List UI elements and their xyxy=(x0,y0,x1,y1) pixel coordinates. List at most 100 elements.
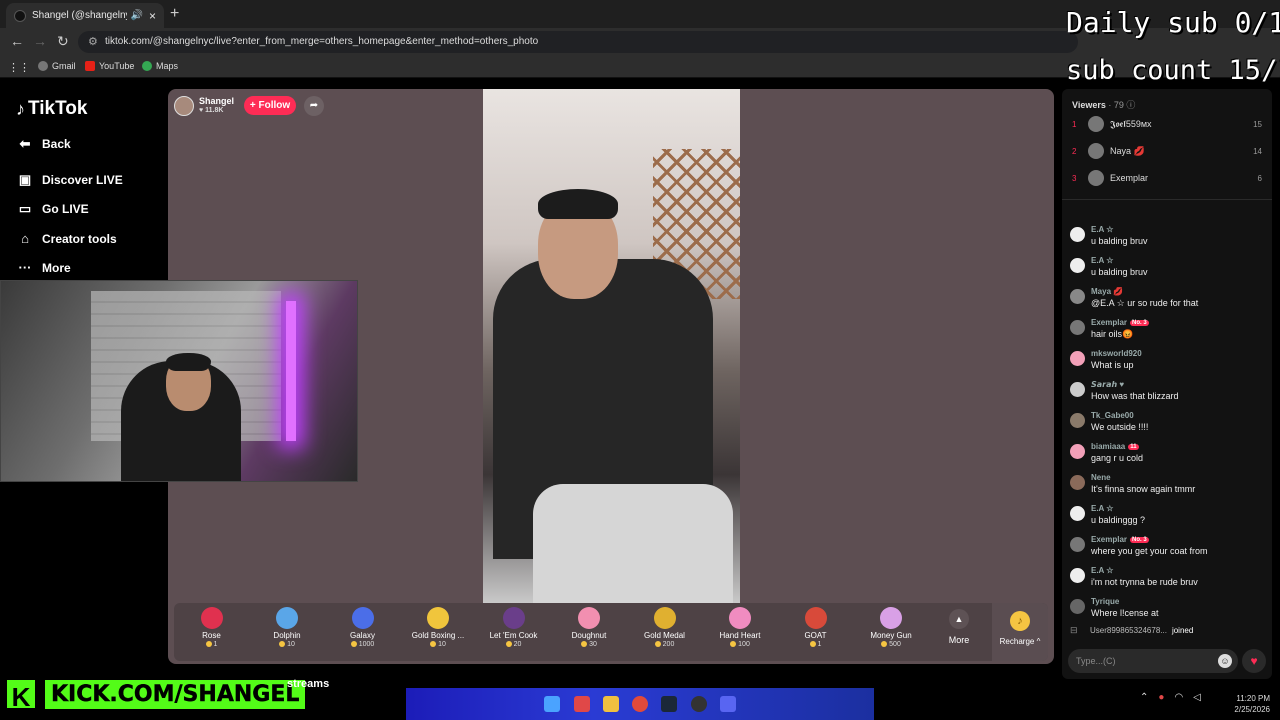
bookmark-gmail[interactable]: Gmail xyxy=(38,61,76,71)
app-icon-2[interactable] xyxy=(691,696,707,712)
gmail-icon xyxy=(38,61,48,71)
sidebar-item-go-live[interactable]: ▭ Go LIVE xyxy=(16,201,89,217)
forward-icon[interactable]: → xyxy=(33,33,47,49)
gift-name: Money Gun xyxy=(870,631,912,640)
gift-name: Dolphin xyxy=(273,631,301,640)
browser-tab[interactable]: Shangel (@shangelnyc) is L 🔊 × xyxy=(6,3,164,28)
avatar[interactable] xyxy=(1070,475,1085,490)
viewer-name[interactable]: Naya 💋 xyxy=(1110,146,1253,157)
microphone-icon[interactable]: ● xyxy=(1158,692,1164,703)
avatar[interactable] xyxy=(1070,258,1085,273)
chat-username[interactable]: E.A ☆ xyxy=(1091,504,1113,513)
top-viewer-row[interactable]: 2 Naya 💋 14 xyxy=(1072,142,1262,160)
chat-username[interactable]: 𝙎𝙖𝙧𝙖𝙝 ♥ xyxy=(1091,380,1124,389)
like-heart-button[interactable]: ♥ xyxy=(1242,649,1266,673)
avatar[interactable] xyxy=(1070,537,1085,552)
host-info[interactable]: Shangel ♥ 11.8K xyxy=(174,95,234,117)
gift-item[interactable]: GOAT 1 xyxy=(778,607,853,648)
avatar[interactable] xyxy=(1088,170,1104,186)
viewer-name[interactable]: 𝕵𝖔𝖊𝖑559ᴍx xyxy=(1110,119,1253,130)
chevron-up-icon[interactable]: ⌃ xyxy=(1140,692,1148,703)
url-text: tiktok.com/@shangelnyc/live?enter_from_m… xyxy=(105,36,539,47)
avatar[interactable] xyxy=(1070,568,1085,583)
wifi-icon[interactable]: ◠ xyxy=(1174,692,1183,703)
avatar[interactable] xyxy=(1070,351,1085,366)
avatar[interactable] xyxy=(1070,227,1085,242)
rank-number: 2 xyxy=(1072,146,1077,156)
share-icon[interactable]: ➦ xyxy=(304,96,324,116)
chrome-icon[interactable] xyxy=(632,696,648,712)
sidebar-item-creator-tools[interactable]: ⌂ Creator tools xyxy=(16,231,117,246)
chat-username[interactable]: Maya 💋 xyxy=(1091,287,1123,296)
chat-username[interactable]: Tyrique xyxy=(1091,597,1119,606)
join-icon: ⊟ xyxy=(1070,625,1078,635)
follow-button[interactable]: + Follow xyxy=(244,96,296,115)
gift-item[interactable]: Rose 1 xyxy=(174,607,249,648)
chat-message: E.A ☆ u baldinggg ? xyxy=(1070,504,1266,534)
avatar[interactable] xyxy=(1070,320,1085,335)
close-tab-icon[interactable]: × xyxy=(149,9,156,23)
discord-icon[interactable] xyxy=(720,696,736,712)
windows-start-icon[interactable] xyxy=(544,696,560,712)
bookmark-youtube[interactable]: YouTube xyxy=(85,61,134,71)
gift-item[interactable]: Gold Medal 200 xyxy=(627,607,702,648)
chat-input[interactable]: Type...(C) ☺ xyxy=(1068,649,1238,673)
back-icon[interactable]: ← xyxy=(10,33,24,49)
avatar[interactable] xyxy=(1070,444,1085,459)
gift-item[interactable]: Doughnut 30 xyxy=(552,607,627,648)
chat-username[interactable]: Exemplar No. 3 xyxy=(1091,535,1149,544)
avatar[interactable] xyxy=(1070,289,1085,304)
avatar[interactable] xyxy=(1070,506,1085,521)
chat-username[interactable]: E.A ☆ xyxy=(1091,566,1113,575)
sidebar-item-discover-live[interactable]: ▣ Discover LIVE xyxy=(16,172,123,188)
reload-icon[interactable]: ↻ xyxy=(57,33,69,50)
apps-grid-icon[interactable]: ⋮⋮ xyxy=(8,61,30,74)
avatar[interactable] xyxy=(1070,382,1085,397)
system-clock[interactable]: 11:20 PM 2/25/2026 xyxy=(1228,693,1270,715)
gift-item[interactable]: Galaxy 1000 xyxy=(325,607,400,648)
emoji-icon[interactable]: ☺ xyxy=(1218,654,1232,668)
steam-icon[interactable] xyxy=(661,696,677,712)
gift-icon xyxy=(729,607,751,629)
chat-username[interactable]: E.A ☆ xyxy=(1091,225,1113,234)
chat-username[interactable]: E.A ☆ xyxy=(1091,256,1113,265)
more-gifts-button[interactable]: ▲ More xyxy=(944,609,974,645)
address-bar[interactable]: ⚙ tiktok.com/@shangelnyc/live?enter_from… xyxy=(78,31,1078,53)
app-icon[interactable] xyxy=(574,696,590,712)
gift-item[interactable]: Gold Boxing ... 10 xyxy=(401,607,476,648)
chat-username[interactable]: Tk_Gabe00 xyxy=(1091,411,1134,420)
live-video[interactable] xyxy=(483,89,740,603)
info-icon[interactable]: ⓘ xyxy=(1126,100,1135,110)
host-name: Shangel xyxy=(199,96,235,106)
avatar[interactable] xyxy=(1070,413,1085,428)
gift-item[interactable]: Money Gun 500 xyxy=(854,607,929,648)
tiktok-favicon-icon xyxy=(14,9,26,22)
gift-item[interactable]: Hand Heart 100 xyxy=(703,607,778,648)
chat-username[interactable]: Nene xyxy=(1091,473,1111,482)
bookmark-maps[interactable]: Maps xyxy=(142,61,178,71)
sidebar-item-more[interactable]: ··· More xyxy=(16,260,71,275)
sidebar-item-back[interactable]: ⬅ Back xyxy=(16,136,71,152)
new-tab-icon[interactable]: + xyxy=(170,5,179,23)
tiktok-logo[interactable]: ♪ TikTok xyxy=(16,98,87,120)
avatar[interactable] xyxy=(1088,143,1104,159)
chat-username[interactable]: biamiaaa 11 xyxy=(1091,442,1139,451)
viewers-header[interactable]: Viewers · 79 ⓘ xyxy=(1072,98,1135,111)
top-viewer-row[interactable]: 1 𝕵𝖔𝖊𝖑559ᴍx 15 xyxy=(1072,115,1262,133)
top-viewer-row[interactable]: 3 Exemplar 6 xyxy=(1072,169,1262,187)
avatar[interactable] xyxy=(1070,599,1085,614)
file-explorer-icon[interactable] xyxy=(603,696,619,712)
speaker-icon[interactable]: 🔊 xyxy=(131,10,143,21)
site-info-icon[interactable]: ⚙ xyxy=(88,35,98,48)
chevron-up-icon: ▲ xyxy=(949,609,969,629)
volume-icon[interactable]: ◁ xyxy=(1193,692,1201,703)
avatar[interactable] xyxy=(1088,116,1104,132)
chat-username[interactable]: mksworld920 xyxy=(1091,349,1142,358)
recharge-button[interactable]: ♪ Recharge ^ xyxy=(992,603,1048,661)
gift-item[interactable]: Dolphin 10 xyxy=(250,607,325,648)
host-avatar[interactable] xyxy=(174,96,194,116)
gift-icon xyxy=(653,607,676,629)
chat-username[interactable]: Exemplar No. 3 xyxy=(1091,318,1149,327)
viewer-name[interactable]: Exemplar xyxy=(1110,173,1258,183)
gift-item[interactable]: Let 'Em Cook 20 xyxy=(476,607,551,648)
